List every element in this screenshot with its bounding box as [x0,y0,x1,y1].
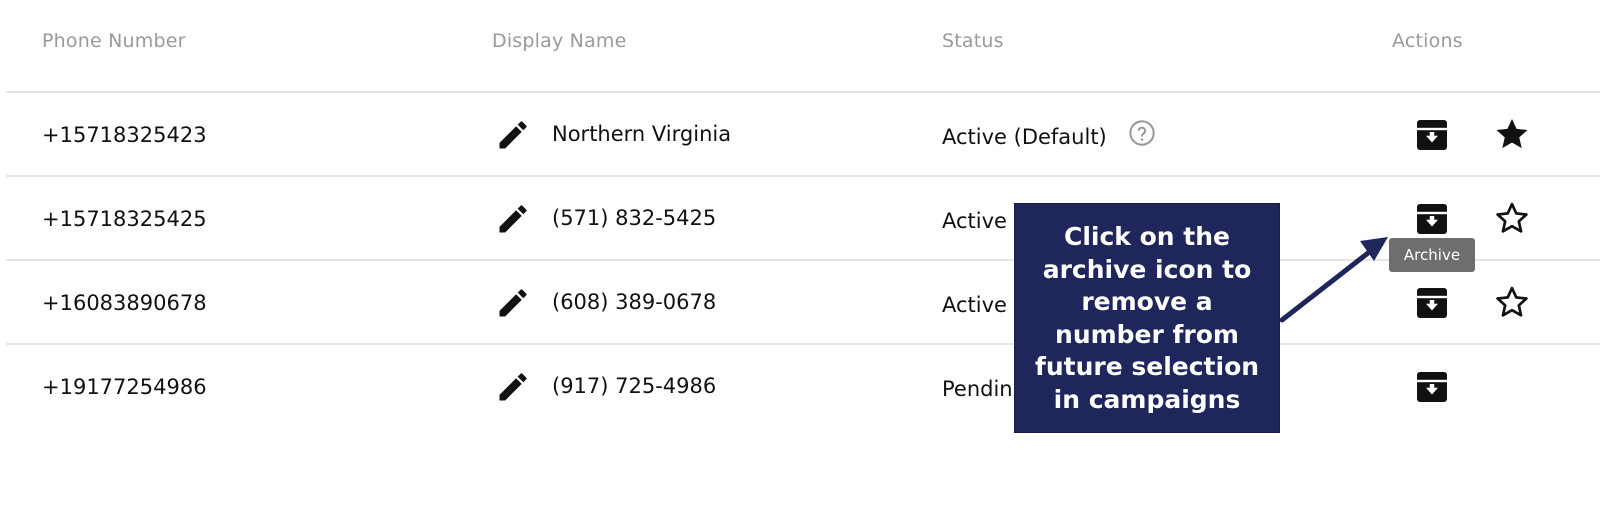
phone-number-cell: +19177254986 [42,375,207,399]
callout-line: archive icon to [1042,254,1252,284]
table-header: Phone Number Display Name Status Actions [0,0,1600,92]
column-header-status: Status [942,30,1004,52]
question-circle-icon[interactable] [1128,119,1156,147]
archive-tooltip: Archive [1389,238,1475,272]
archive-icon[interactable] [1414,369,1450,405]
callout-line: remove a [1081,287,1213,316]
phone-number-cell: +15718325423 [42,123,207,147]
display-name-cell: (608) 389-0678 [552,290,717,314]
pencil-icon[interactable] [495,369,531,405]
column-header-display-name: Display Name [492,30,627,52]
status-cell: Active (Default) [942,125,1107,149]
archive-icon[interactable] [1414,285,1450,321]
callout-line: number from [1055,319,1239,349]
star-filled-icon[interactable] [1493,115,1531,153]
display-name-cell: (917) 725-4986 [552,374,717,398]
callout-line: in campaigns [1053,384,1241,414]
status-cell: Pendin [942,377,1013,401]
column-header-actions: Actions [1392,30,1463,52]
callout-line: future selection [1034,352,1260,381]
display-name-cell: Northern Virginia [552,122,732,146]
status-cell: Active [942,293,1007,317]
pencil-icon[interactable] [495,285,531,321]
pencil-icon[interactable] [495,117,531,153]
pencil-icon[interactable] [495,201,531,237]
table-row: +19177254986 (917) 725-4986 Pendin [0,345,1600,429]
archive-icon[interactable] [1414,201,1450,237]
archive-icon[interactable] [1414,117,1450,153]
table-row: +15718325423 Northern Virginia Active (D… [0,93,1600,177]
phone-number-cell: +15718325425 [42,207,207,231]
phone-number-cell: +16083890678 [42,291,207,315]
status-cell: Active [942,209,1007,233]
display-name-cell: (571) 832-5425 [552,206,717,230]
callout-line: Click on the [1063,222,1230,251]
column-header-phone-number: Phone Number [42,30,186,52]
star-outline-icon[interactable] [1493,283,1531,321]
annotation-arrow [1279,237,1388,323]
star-outline-icon[interactable] [1493,199,1531,237]
instruction-callout: Click on the archive icon to remove a nu… [1014,203,1280,433]
